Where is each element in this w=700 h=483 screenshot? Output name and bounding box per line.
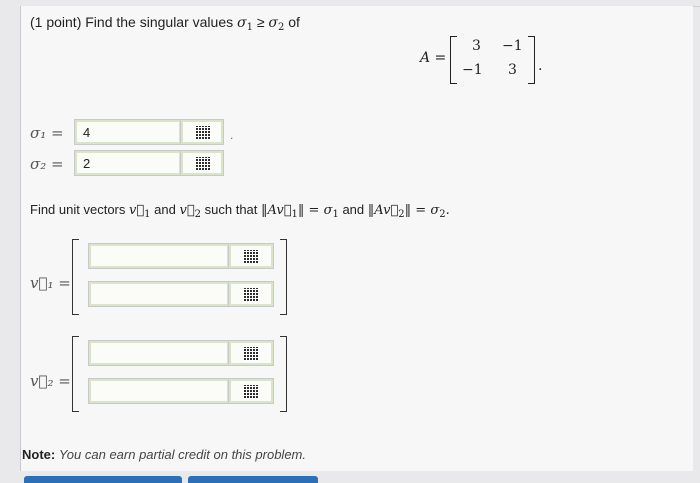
points-label: (1 point) — [30, 14, 82, 30]
such-that-text: such that — [204, 202, 258, 217]
sigma1-input[interactable]: 4 — [74, 119, 182, 145]
v2-left-bracket — [72, 336, 79, 412]
grid-icon — [243, 288, 259, 302]
v2-component-1-input[interactable] — [88, 340, 230, 366]
matrix-right-bracket — [528, 36, 535, 84]
sigma1-label: σ₁ = — [30, 124, 64, 142]
v2-right-bracket — [280, 336, 287, 412]
sigma2-input[interactable]: 2 — [74, 150, 182, 176]
note-text: You can earn partial credit on this prob… — [58, 447, 306, 462]
vectors-prompt-text: Find unit vectors — [30, 202, 126, 217]
v1-left-bracket — [72, 239, 79, 315]
matrix-a21: −1 — [462, 62, 483, 78]
v2-symbol: v⃗2 — [179, 203, 202, 220]
v1-right-bracket — [280, 239, 287, 315]
grid-icon — [243, 385, 259, 399]
submit-button[interactable] — [188, 476, 318, 483]
v1-matrix-tool-button-2[interactable] — [228, 281, 274, 307]
v1-symbol: v⃗1 — [129, 203, 151, 220]
note-label: Note: — [22, 447, 56, 462]
grid-icon — [243, 250, 259, 264]
v1-label: v⃗₁ = — [30, 274, 71, 292]
sigma2-label: σ₂ = — [30, 155, 64, 173]
matrix-a11: 3 — [472, 38, 481, 54]
ge-symbol: ≥ — [256, 14, 265, 30]
v1-component-2-input[interactable] — [88, 281, 230, 307]
norm-av1: ‖Av⃗1‖ = σ1 — [261, 203, 339, 220]
sigma2-matrix-tool-button[interactable] — [180, 150, 224, 176]
v2-matrix-tool-button-2[interactable] — [228, 378, 274, 404]
sigma1-matrix-tool-button[interactable] — [180, 119, 224, 145]
vectors-prompt: Find unit vectors v⃗1 and v⃗2 such that … — [30, 202, 450, 220]
v1-matrix-tool-button-1[interactable] — [228, 243, 274, 269]
matrix-a12: −1 — [502, 38, 523, 54]
v2-component-2-input[interactable] — [88, 378, 230, 404]
preview-button[interactable] — [24, 476, 182, 483]
sigma1-trailing: . — [230, 128, 234, 142]
v1-component-1-input[interactable] — [88, 243, 230, 269]
question-text: Find the singular values — [85, 14, 234, 30]
matrix-a22: 3 — [508, 62, 517, 78]
and-text-2: and — [342, 202, 365, 217]
grid-icon — [195, 157, 211, 171]
grid-icon — [243, 347, 259, 361]
matrix-label: A = — [420, 50, 447, 66]
sigma1-symbol: σ1 — [237, 15, 253, 33]
of-text: of — [288, 14, 300, 30]
matrix-period: . — [538, 58, 543, 74]
partial-credit-note: Note: You can earn partial credit on thi… — [22, 447, 306, 462]
grid-icon — [195, 126, 211, 140]
matrix-a: A = 3 −1 −1 3 . — [420, 36, 550, 86]
v2-label: v⃗₂ = — [30, 372, 71, 390]
norm-av2: ‖Av⃗2‖ = σ2. — [367, 203, 450, 220]
question-prompt: (1 point) Find the singular values σ1 ≥ … — [30, 14, 300, 33]
v2-matrix-tool-button-1[interactable] — [228, 340, 274, 366]
sigma2-symbol: σ2 — [268, 15, 285, 33]
matrix-left-bracket — [450, 36, 457, 84]
and-text: and — [154, 202, 176, 217]
